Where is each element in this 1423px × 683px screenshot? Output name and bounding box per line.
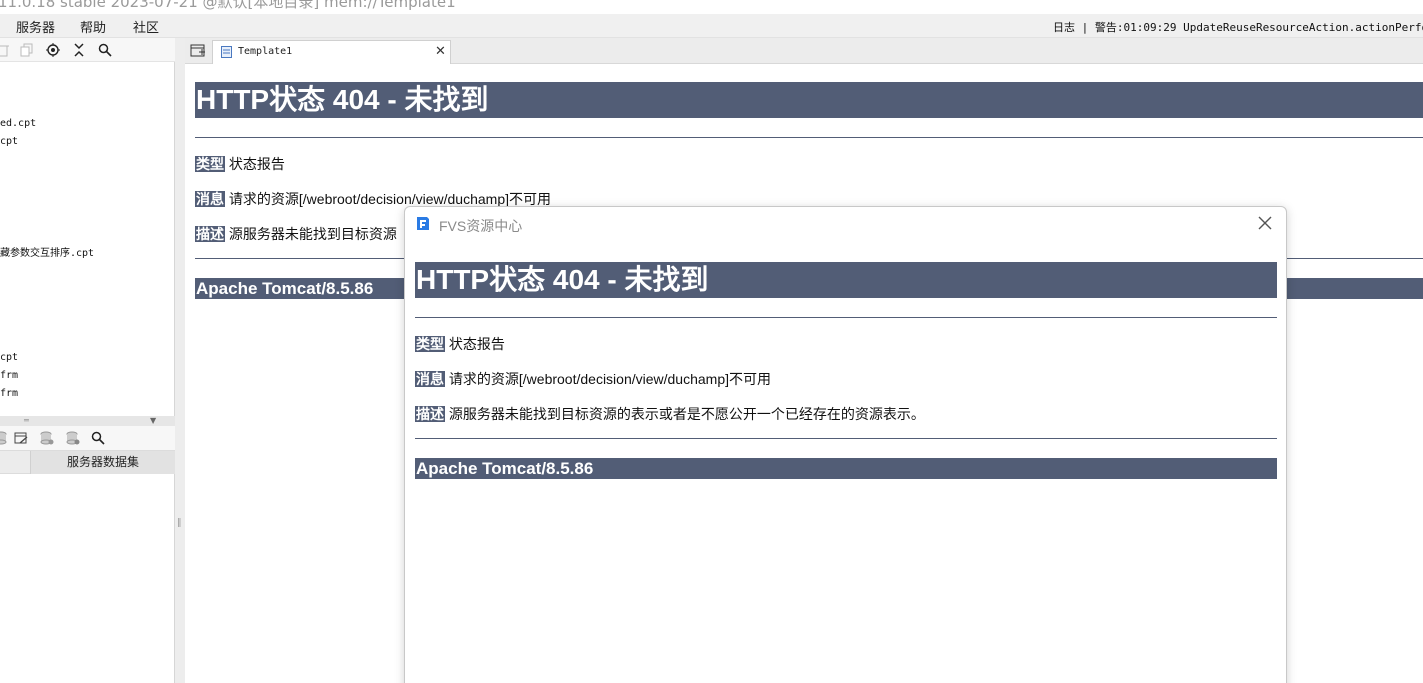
splitter-grip-icon: ═ (24, 416, 29, 425)
explorer-toolbar (0, 38, 175, 62)
tree-file-item[interactable]: cpt (0, 352, 18, 363)
dialog-title: FVS资源中心 (439, 218, 523, 234)
error-heading: HTTP状态 404 - 未找到 (415, 262, 1277, 298)
error-type-line: 类型 状态报告 (195, 155, 285, 173)
error-type-label: 类型 (195, 156, 225, 172)
tree-file-item[interactable]: 藏参数交互排序.cpt (0, 244, 94, 259)
new-template-icon[interactable] (190, 43, 206, 59)
error-description-line: 描述 源服务器未能找到目标资源 (195, 225, 397, 243)
error-type-label: 类型 (415, 336, 445, 352)
close-icon[interactable]: ✕ (435, 44, 446, 59)
tab-label: Template1 (238, 46, 293, 57)
error-description-label: 描述 (195, 226, 225, 242)
template-explorer-panel: ed.cpt cpt 藏参数交互排序.cpt cpt frm frm ═ ▼ 服… (0, 38, 175, 683)
error-description-line: 描述 源服务器未能找到目标资源的表示或者是不愿公开一个已经存在的资源表示。 (415, 405, 925, 423)
copy-icon[interactable] (18, 41, 36, 59)
divider (195, 137, 1423, 138)
tree-file-item[interactable]: frm (0, 370, 18, 381)
close-icon[interactable] (1256, 214, 1274, 232)
divider (415, 317, 1277, 318)
database-settings-icon[interactable] (38, 429, 56, 447)
dataset-tabstrip: 服务器数据集 (0, 450, 175, 474)
error-type-value: 状态报告 (448, 336, 505, 352)
report-file-icon (221, 46, 232, 58)
fvs-logo-icon (415, 216, 431, 232)
error-message-label: 消息 (195, 191, 225, 207)
window-title: 11.0.18 stable 2023-07-21 @默认[本地目录] mem:… (0, 0, 456, 11)
database-icon[interactable] (0, 429, 10, 447)
tree-file-item[interactable]: ed.cpt (0, 118, 36, 129)
locate-icon[interactable] (44, 41, 62, 59)
panel-splitter[interactable]: ═ ▼ (0, 416, 175, 426)
error-description-value: 源服务器未能找到目标资源 (228, 226, 397, 242)
menu-server[interactable]: 服务器 (16, 17, 55, 36)
tree-file-item[interactable]: frm (0, 388, 18, 399)
error-type-value: 状态报告 (228, 156, 285, 172)
tree-file-item[interactable]: cpt (0, 136, 18, 147)
fvs-resource-center-dialog: FVS资源中心 HTTP状态 404 - 未找到 类型 状态报告 消息 请求的资… (404, 206, 1287, 683)
search-icon[interactable] (89, 429, 107, 447)
edit-dataset-icon[interactable] (12, 429, 30, 447)
vertical-splitter[interactable]: ‖ (175, 38, 185, 683)
tab-template1[interactable]: Template1 ✕ (212, 40, 451, 64)
log-status-text[interactable]: 日志 | 警告:01:09:29 UpdateReuseResourceActi… (1053, 19, 1423, 35)
menu-help[interactable]: 帮助 (80, 17, 106, 36)
error-type-line: 类型 状态报告 (415, 335, 505, 353)
chevron-down-icon[interactable]: ▼ (150, 416, 156, 425)
error-footer: Apache Tomcat/8.5.86 (415, 458, 1277, 479)
error-message-label: 消息 (415, 371, 445, 387)
error-description-value: 源服务器未能找到目标资源的表示或者是不愿公开一个已经存在的资源表示。 (448, 406, 925, 422)
editor-tab-bar: Template1 ✕ (185, 38, 1423, 64)
menu-bar: 服务器 帮助 社区 日志 | 警告:01:09:29 UpdateReuseRe… (0, 14, 1423, 38)
window-title-bar: 11.0.18 stable 2023-07-21 @默认[本地目录] mem:… (0, 0, 1423, 14)
divider (415, 438, 1277, 439)
collapse-all-icon[interactable] (70, 41, 88, 59)
delete-icon[interactable] (0, 41, 12, 59)
dataset-toolbar (0, 426, 175, 450)
error-message-value: 请求的资源[/webroot/decision/view/duchamp]不可用 (448, 371, 771, 387)
error-heading: HTTP状态 404 - 未找到 (195, 82, 1423, 118)
search-icon[interactable] (96, 41, 114, 59)
database-remove-icon[interactable] (64, 429, 82, 447)
error-message-line: 消息 请求的资源[/webroot/decision/view/duchamp]… (415, 370, 771, 388)
error-message-value: 请求的资源[/webroot/decision/view/duchamp]不可用 (228, 191, 551, 207)
error-description-label: 描述 (415, 406, 445, 422)
splitter-grip-icon: ‖ (177, 518, 182, 528)
menu-community[interactable]: 社区 (133, 17, 159, 36)
tab-server-dataset[interactable]: 服务器数据集 (30, 451, 175, 474)
